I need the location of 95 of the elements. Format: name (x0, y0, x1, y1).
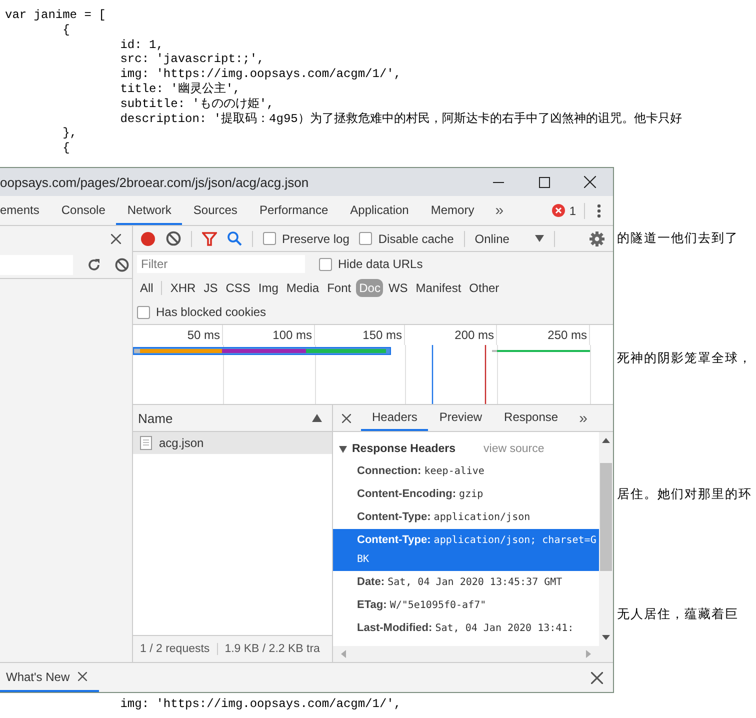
code-line: { (62, 141, 70, 156)
time-tick-label: 150 ms (315, 325, 405, 345)
request-name: acg.json (159, 436, 204, 450)
code-line: var janime = [ (5, 8, 106, 23)
header-row[interactable]: Content-Type: application/json; charset=GBK (333, 529, 599, 571)
view-source-link[interactable]: view source (484, 443, 544, 455)
clear-icon[interactable] (166, 231, 181, 246)
type-filter[interactable]: JS (200, 279, 221, 297)
checkbox[interactable] (263, 232, 276, 245)
clear-icon[interactable] (115, 258, 129, 272)
panel-tab[interactable]: Application (339, 196, 420, 225)
header-row[interactable]: Content-Encoding: gzip (333, 483, 599, 506)
code-line-fragment: 居住。她们对那里的环 (617, 486, 752, 501)
error-counter[interactable]: 1 (544, 196, 584, 225)
window-title: oopsays.com/pages/2broear.com/js/json/acg/acg.json (0, 174, 310, 190)
maximize-icon (538, 176, 550, 188)
code-line-fragment: 无人居住，蕴藏着巨 (617, 606, 738, 621)
header-row[interactable]: ETag: W/"5e1095f0-af7" (333, 594, 599, 617)
checkbox[interactable] (359, 232, 372, 245)
type-filter[interactable]: Img (255, 279, 282, 297)
file-icon (140, 436, 152, 450)
code-line: description: '提取码：4g95）为了拯救危难中的村民，阿斯达卡的右手中了凶煞神的诅咒。他卡只好 (119, 112, 682, 126)
code-line: img: 'https://img.oopsays.com/acgm/1/', (119, 696, 402, 712)
code-line-fragment: 的隧道一他们去到了 (617, 230, 738, 245)
code-line: title: '幽灵公主', (119, 82, 240, 97)
detail-tab[interactable]: Headers (361, 405, 428, 431)
header-row[interactable]: Connection: keep-alive (333, 460, 599, 483)
record-icon[interactable] (140, 230, 156, 246)
load-marker (484, 345, 486, 404)
search-icon[interactable] (227, 231, 242, 246)
header-row[interactable]: Content-Type: application/json (333, 506, 599, 529)
code-line: img: 'https://img.oopsays.com/acgm/1/', (119, 67, 402, 82)
close-icon (584, 176, 596, 188)
drawer-tab[interactable]: What's New (0, 663, 99, 692)
code-line-fragment: 死神的阴影笼罩全球， (617, 350, 752, 365)
type-filter[interactable]: CSS (222, 279, 254, 297)
sort-icon (312, 414, 322, 422)
scroll-down-icon[interactable] (602, 635, 610, 640)
checkbox[interactable] (319, 258, 332, 270)
error-count: 1 (569, 204, 576, 218)
checkbox-option[interactable]: Hide data URLs (319, 257, 423, 271)
type-filter[interactable]: Other (466, 279, 502, 297)
status-text: 1.9 KB / 2.2 KB tra (224, 643, 320, 655)
time-tick-label: 100 ms (223, 325, 315, 345)
caret-icon (535, 235, 544, 242)
throttling-dropdown[interactable]: Online (474, 232, 544, 246)
close-icon[interactable] (111, 234, 121, 244)
code-line: { (62, 22, 70, 38)
checkbox-option[interactable]: Disable cache (359, 232, 454, 246)
code-line: id: 1, (119, 38, 164, 52)
code-line: subtitle: 'もののけ姫', (119, 96, 274, 112)
panel-tab[interactable]: Network (116, 196, 182, 225)
detail-tab[interactable]: Preview (428, 405, 494, 431)
time-tick-label: 200 ms (405, 325, 497, 345)
header-row[interactable]: Date: Sat, 04 Jan 2020 13:45:37 GMT (333, 571, 599, 594)
code-line: }, (62, 126, 78, 142)
type-filter[interactable]: WS (385, 279, 411, 297)
checkbox-option[interactable]: Has blocked cookies (137, 305, 266, 319)
panel-tab[interactable]: Sources (182, 196, 248, 225)
settings-icon[interactable] (589, 230, 605, 246)
panel-tab[interactable]: ements (0, 196, 50, 225)
close-icon[interactable] (342, 414, 351, 422)
request-row[interactable]: acg.json (133, 432, 332, 454)
type-filter[interactable]: Manifest (412, 279, 464, 297)
section-header[interactable]: Response Headers (339, 443, 456, 455)
type-filter[interactable]: XHR (167, 279, 199, 297)
scroll-up-icon[interactable] (602, 438, 610, 443)
error-icon (552, 204, 566, 217)
scrollbar[interactable] (599, 432, 613, 646)
close-icon[interactable] (591, 672, 603, 684)
time-tick-label: 50 ms (133, 325, 223, 345)
dom-loaded-marker (432, 345, 434, 404)
panel-tab[interactable]: Performance (248, 196, 340, 225)
panel-tab[interactable]: Console (50, 196, 116, 225)
checkbox-option[interactable]: Preserve log (263, 232, 350, 246)
type-filter[interactable]: All (137, 279, 156, 297)
refresh-icon[interactable] (87, 258, 101, 272)
name-column-header[interactable]: Name (133, 405, 332, 432)
type-filter[interactable]: Media (283, 279, 322, 297)
scrollbar-thumb[interactable] (600, 463, 612, 571)
detail-tab[interactable]: Response (493, 405, 570, 431)
more-tabs-button[interactable]: » (485, 196, 514, 225)
panel-tab[interactable]: Memory (420, 196, 486, 225)
time-tick-label: 250 ms (497, 325, 590, 345)
checkbox[interactable] (137, 306, 150, 318)
type-filter[interactable]: Font (324, 279, 354, 297)
more-icon[interactable] (597, 204, 601, 218)
code-line: src: 'javascript:;', (119, 52, 264, 68)
header-row[interactable]: Last-Modified: Sat, 04 Jan 2020 13:41: (333, 617, 599, 640)
more-tabs-button[interactable]: » (569, 405, 598, 431)
filter-field[interactable]: Filter (137, 255, 305, 273)
status-text: 1 / 2 requests (133, 643, 218, 655)
close-icon[interactable] (78, 672, 87, 681)
filter-icon[interactable] (202, 232, 217, 246)
disclosure-triangle-icon (339, 446, 347, 452)
